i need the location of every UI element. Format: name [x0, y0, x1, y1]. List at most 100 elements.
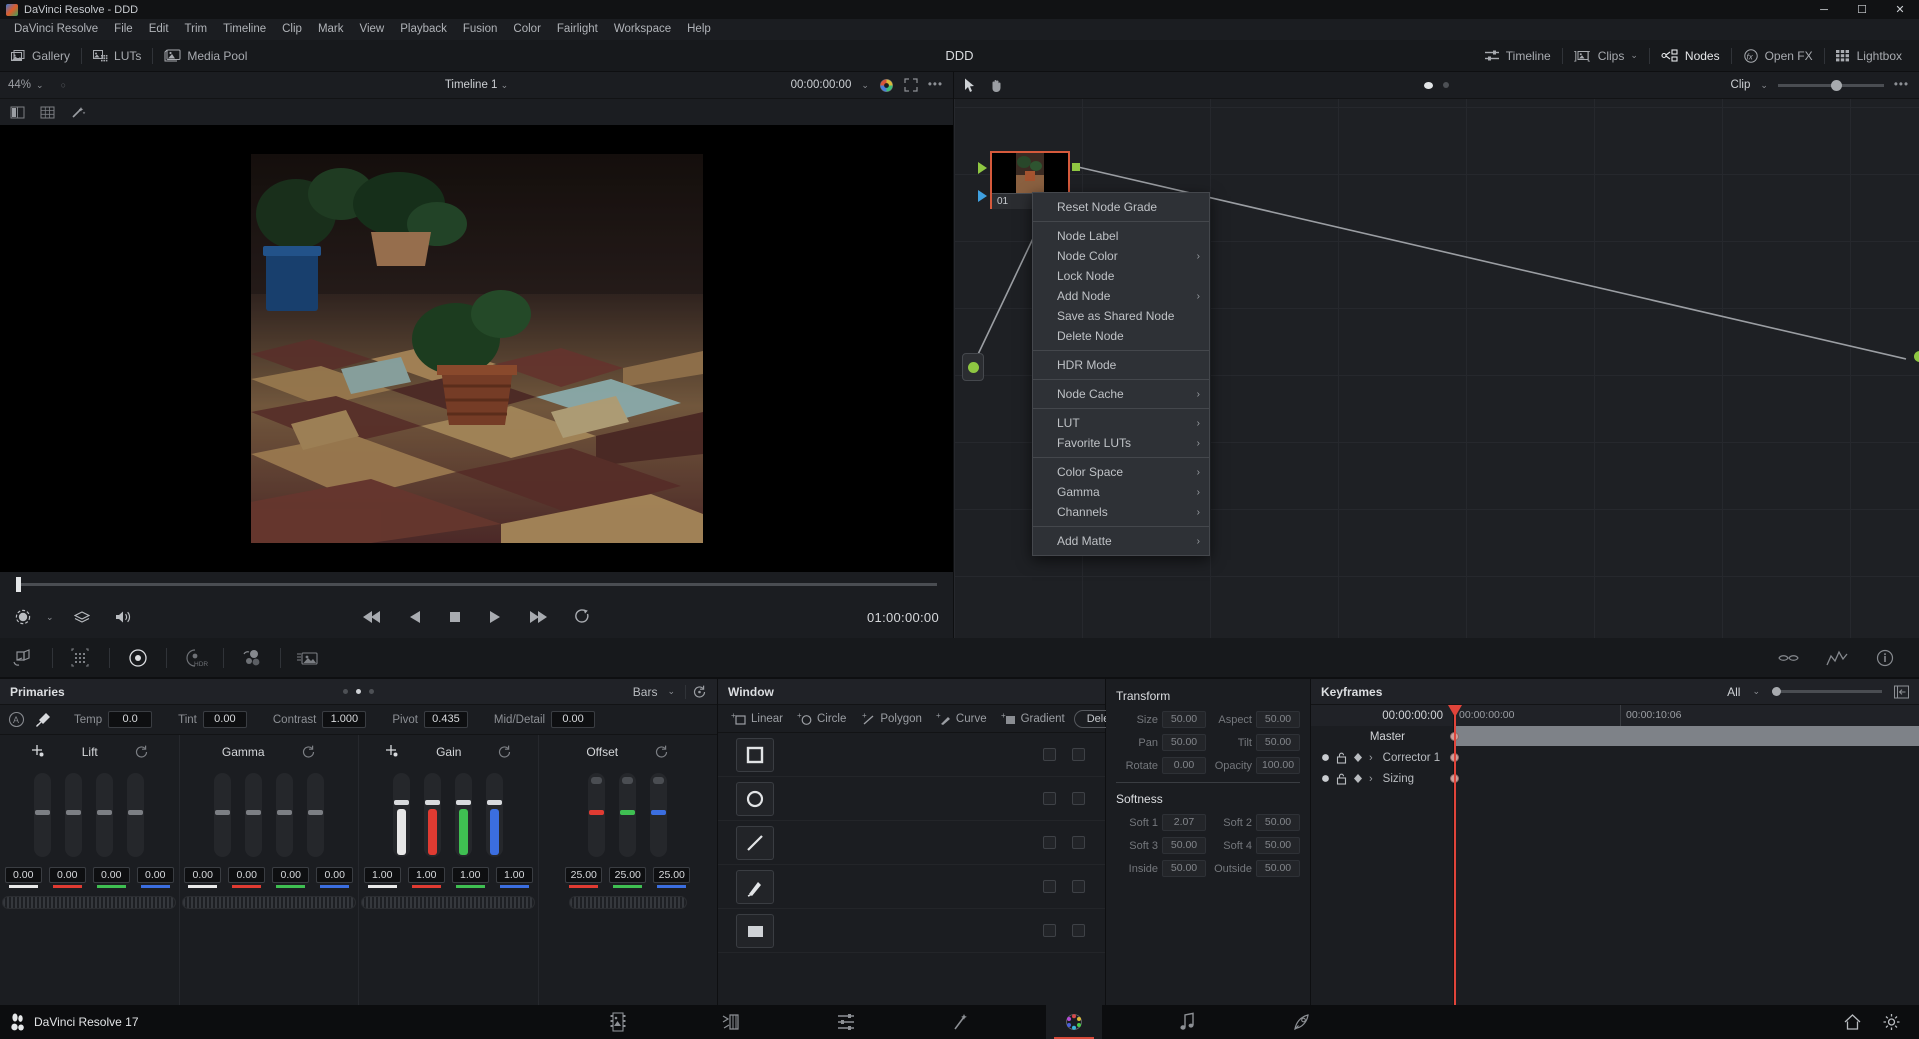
fusion-page-icon[interactable]	[932, 1005, 988, 1039]
lock-icon[interactable]	[1336, 773, 1347, 785]
temp-field[interactable]: Temp 0.0	[74, 711, 153, 728]
lightbox-button[interactable]: Lightbox	[1825, 40, 1913, 72]
window-row-0[interactable]	[718, 733, 1105, 777]
chevron-down-icon[interactable]: ⌄	[1630, 50, 1638, 61]
value-lift-2[interactable]: 0.00	[92, 867, 130, 883]
step-back-icon[interactable]	[408, 610, 422, 624]
menu-item-mark[interactable]: Mark	[310, 19, 352, 40]
collapse-panel-icon[interactable]	[1894, 685, 1909, 699]
keyframes-master-label[interactable]: Master	[1311, 726, 1453, 747]
context-menu-item-save-as-shared-node[interactable]: Save as Shared Node	[1033, 306, 1209, 326]
reset-icon[interactable]	[134, 745, 149, 759]
value-gain-3[interactable]: 1.00	[495, 867, 533, 883]
loop-icon[interactable]	[574, 609, 591, 625]
slider-offset-0[interactable]	[588, 773, 606, 857]
window-row-1[interactable]	[718, 777, 1105, 821]
page-dot-1[interactable]	[343, 689, 348, 694]
mid-detail-field[interactable]: Mid/Detail 0.00	[494, 711, 596, 728]
context-menu-item-channels[interactable]: Channels ›	[1033, 502, 1209, 522]
slider-handle[interactable]	[589, 810, 605, 815]
context-menu-item-delete-node[interactable]: Delete Node	[1033, 326, 1209, 346]
keyframes-timeline[interactable]: 00:00:00:00 00:00:10:06	[1448, 705, 1919, 1039]
slider-handle[interactable]	[307, 810, 323, 815]
fairlight-page-icon[interactable]	[1160, 1005, 1216, 1039]
luts-button[interactable]: LUTs	[82, 40, 152, 72]
primaries-wheels-icon[interactable]	[114, 638, 162, 678]
slider-offset-2[interactable]	[650, 773, 668, 857]
window-mask-toggle[interactable]	[1072, 880, 1085, 893]
window-row-3[interactable]	[718, 865, 1105, 909]
value-inside[interactable]: 50.00	[1162, 860, 1206, 877]
minimize-button[interactable]: ─	[1805, 0, 1843, 19]
gradient-window-button[interactable]: + Gradient	[996, 712, 1070, 726]
page-dot-2[interactable]	[356, 689, 361, 694]
slider-gain-1[interactable]	[424, 773, 442, 857]
grid-view-icon[interactable]	[40, 105, 56, 120]
lock-icon[interactable]	[1336, 752, 1347, 764]
node-rgb-input-port[interactable]	[978, 162, 987, 174]
play-icon[interactable]	[488, 610, 502, 624]
onion-skin-icon[interactable]	[14, 608, 32, 626]
eyedropper-icon[interactable]	[35, 711, 52, 728]
layers-icon[interactable]	[73, 610, 90, 625]
maximize-button[interactable]: ☐	[1843, 0, 1881, 19]
keyframe-track-sizing[interactable]: › Sizing	[1311, 768, 1453, 789]
value-soft-1[interactable]: 2.07	[1162, 814, 1206, 831]
slider-offset-1[interactable]	[619, 773, 637, 857]
menu-item-fusion[interactable]: Fusion	[455, 19, 506, 40]
menu-item-workspace[interactable]: Workspace	[606, 19, 679, 40]
contrast-value[interactable]: 1.000	[322, 711, 367, 728]
wheel-ring-gamma[interactable]	[181, 895, 356, 909]
enabled-dot-icon[interactable]	[1321, 753, 1330, 762]
close-button[interactable]: ✕	[1881, 0, 1919, 19]
media-page-icon[interactable]	[590, 1005, 646, 1039]
wheel-picker-icon[interactable]	[384, 744, 400, 760]
keyframe-track-corrector-1[interactable]: › Corrector 1	[1311, 747, 1453, 768]
value-lift-1[interactable]: 0.00	[48, 867, 86, 883]
keyframes-master-row[interactable]	[1450, 726, 1919, 747]
slider-handle[interactable]	[620, 810, 636, 815]
menu-item-playback[interactable]: Playback	[392, 19, 455, 40]
linear-window-button[interactable]: + Linear	[726, 712, 788, 726]
window-invert-toggle[interactable]	[1043, 792, 1056, 805]
chevron-right-icon[interactable]: ›	[1369, 752, 1373, 764]
slider-handle[interactable]	[425, 799, 441, 805]
magic-wand-icon[interactable]	[70, 105, 86, 120]
node-scale-knob[interactable]	[1830, 79, 1842, 91]
mid-detail-value[interactable]: 0.00	[551, 711, 596, 728]
slider-gain-3[interactable]	[486, 773, 504, 857]
window-row-4[interactable]	[718, 909, 1105, 953]
value-gamma-1[interactable]: 0.00	[228, 867, 266, 883]
split-screen-icon[interactable]	[10, 105, 26, 120]
node-zoom-indicator[interactable]	[954, 81, 1919, 89]
color-warper-icon[interactable]	[57, 638, 105, 678]
pen-shape-icon[interactable]	[736, 869, 774, 904]
window-mask-toggle[interactable]	[1072, 836, 1085, 849]
chevron-down-icon[interactable]: ⌄	[1752, 686, 1760, 697]
context-menu-item-gamma[interactable]: Gamma ›	[1033, 482, 1209, 502]
slider-handle[interactable]	[214, 810, 230, 815]
menu-item-help[interactable]: Help	[679, 19, 719, 40]
value-rotate[interactable]: 0.00	[1162, 757, 1206, 774]
corrector-track-row[interactable]	[1450, 747, 1919, 768]
gallery-button[interactable]: Gallery	[0, 40, 81, 72]
slider-handle[interactable]	[245, 810, 261, 815]
window-invert-toggle[interactable]	[1043, 924, 1056, 937]
slider-handle[interactable]	[128, 810, 144, 815]
node-output-terminal[interactable]	[1914, 351, 1919, 362]
skip-end-icon[interactable]	[528, 610, 548, 624]
keyframes-playhead[interactable]	[1454, 705, 1456, 1039]
context-menu-item-reset-node-grade[interactable]: Reset Node Grade	[1033, 197, 1209, 217]
circle-shape-icon[interactable]	[736, 781, 774, 816]
slider-lift-3[interactable]	[127, 773, 145, 857]
window-invert-toggle[interactable]	[1043, 748, 1056, 761]
media-pool-button[interactable]: Media Pool	[153, 40, 258, 72]
openfx-button[interactable]: fx Open FX	[1732, 40, 1824, 72]
slider-handle[interactable]	[651, 810, 667, 815]
diamond-icon[interactable]	[1353, 752, 1363, 763]
value-size[interactable]: 50.00	[1162, 711, 1206, 728]
temp-value[interactable]: 0.0	[108, 711, 153, 728]
window-invert-toggle[interactable]	[1043, 880, 1056, 893]
window-mask-toggle[interactable]	[1072, 924, 1085, 937]
slider-gamma-1[interactable]	[244, 773, 262, 857]
